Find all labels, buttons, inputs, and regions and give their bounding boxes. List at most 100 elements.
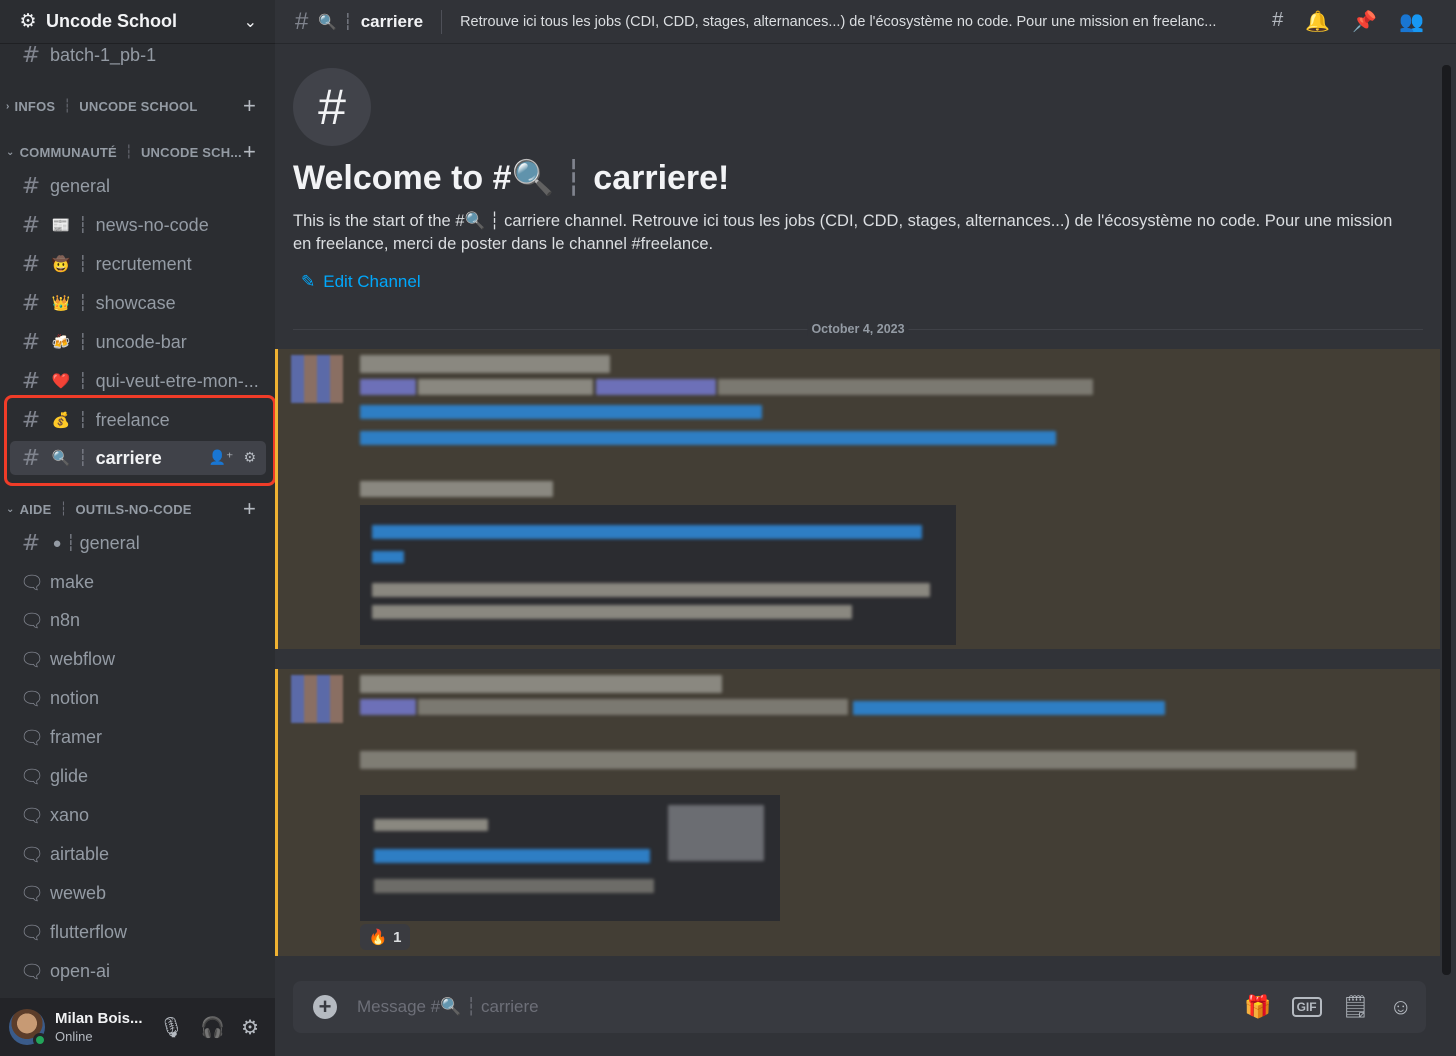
forum-item-framer[interactable]: 🗨 framer bbox=[10, 721, 266, 755]
category-sub: UNCODE SCH... bbox=[140, 144, 242, 160]
category-aide[interactable]: ⌄ AIDE ┆ OUTILS-NO-CODE + bbox=[6, 496, 268, 522]
channel-item-aide-general[interactable]: # ● ┆ general bbox=[10, 526, 266, 560]
forum-item-weweb[interactable]: 🗨 weweb bbox=[10, 876, 266, 910]
forum-icon: 🗨 bbox=[20, 921, 45, 944]
forum-item-webflow[interactable]: 🗨 webflow bbox=[10, 643, 266, 677]
forum-icon: 🗨 bbox=[20, 804, 45, 827]
bell-icon[interactable]: 🔔 bbox=[1305, 9, 1330, 34]
channel-item-showcase[interactable]: # 👑 ┆ showcase bbox=[10, 286, 266, 320]
channel-item-qui-veut[interactable]: # ❤️ ┆ qui-veut-etre-mon-... bbox=[10, 364, 266, 398]
server-gear-icon: ⚙ bbox=[19, 10, 37, 32]
channel-item-news-no-code[interactable]: # 📰 ┆ news-no-code bbox=[10, 208, 266, 242]
message-item[interactable]: 🔥 1 bbox=[275, 669, 1440, 956]
add-channel-icon[interactable]: + bbox=[243, 496, 256, 522]
online-status-dot bbox=[33, 1033, 47, 1047]
hash-icon: # bbox=[21, 368, 41, 394]
add-channel-icon[interactable]: + bbox=[243, 139, 256, 165]
channel-label: batch-1_pb-1 bbox=[50, 44, 157, 65]
user-name: Milan Bois... bbox=[55, 1010, 143, 1027]
channel-item-batch[interactable]: # batch-1_pb-1 bbox=[10, 38, 266, 72]
magnifier-icon: 🔍 bbox=[318, 13, 338, 31]
channel-item-uncode-bar[interactable]: # 🍻 ┆ uncode-bar bbox=[10, 325, 266, 359]
hash-icon: # bbox=[295, 7, 309, 35]
user-panel: Milan Bois... Online 🎙 🎧 ⚙ bbox=[0, 998, 275, 1056]
forum-icon: 🗨 bbox=[20, 649, 45, 672]
gif-icon[interactable]: GIF bbox=[1291, 997, 1322, 1017]
scrollbar-thumb[interactable] bbox=[1442, 65, 1451, 975]
channel-label: qui-veut-etre-mon-... bbox=[95, 370, 259, 391]
hash-icon: # bbox=[21, 329, 41, 355]
embed-thumbnail bbox=[668, 805, 764, 861]
forum-label: weweb bbox=[50, 882, 107, 903]
crown-icon: 👑 bbox=[51, 295, 71, 312]
channel-intro: This is the start of the #🔍 ┆ carriere c… bbox=[293, 212, 1393, 253]
message-item[interactable] bbox=[275, 349, 1440, 649]
chevron-down-icon: ⌄ bbox=[243, 13, 257, 31]
link-embed[interactable] bbox=[360, 505, 956, 645]
forum-item-n8n[interactable]: 🗨 n8n bbox=[10, 604, 266, 638]
hash-icon: # bbox=[21, 530, 41, 556]
forum-item-airtable[interactable]: 🗨 airtable bbox=[10, 837, 266, 871]
user-status: Online bbox=[55, 1029, 93, 1044]
server-name: Uncode School bbox=[46, 11, 178, 31]
sticker-icon[interactable]: 🗒 bbox=[1342, 994, 1370, 1020]
message-input[interactable]: Message #🔍 ┆ carriere bbox=[357, 997, 1244, 1017]
forum-icon: 🗨 bbox=[20, 960, 45, 983]
edit-channel-link[interactable]: ✎ Edit Channel bbox=[301, 272, 421, 292]
settings-gear-icon[interactable]: ⚙ bbox=[241, 1015, 259, 1040]
category-infos[interactable]: › INFOS ┆ UNCODE SCHOOL + bbox=[6, 93, 268, 119]
forum-item-flutterflow[interactable]: 🗨 flutterflow bbox=[10, 915, 266, 949]
channel-header: # 🔍 ┆ carriere Retrouve ici tous les job… bbox=[275, 0, 1456, 44]
forum-label: make bbox=[50, 571, 95, 592]
forum-label: framer bbox=[50, 727, 103, 748]
chevron-down-icon: ⌄ bbox=[6, 146, 15, 158]
cowboy-icon: 🤠 bbox=[51, 256, 71, 273]
pin-icon[interactable]: 📌 bbox=[1352, 9, 1377, 34]
add-channel-icon[interactable]: + bbox=[243, 93, 256, 119]
link-embed[interactable] bbox=[360, 795, 780, 921]
date-divider: October 4, 2023 bbox=[293, 322, 1423, 336]
channel-topic[interactable]: Retrouve ici tous les jobs (CDI, CDD, st… bbox=[460, 14, 1252, 30]
highlight-annotation bbox=[4, 395, 276, 486]
attach-plus-icon[interactable]: + bbox=[313, 995, 337, 1019]
threads-icon[interactable]: # bbox=[1272, 9, 1283, 34]
discord-app: ⚙ Uncode School ⌄ # batch-1_pb-1 › INFOS… bbox=[0, 0, 1456, 1056]
forum-item-glide[interactable]: 🗨 glide bbox=[10, 760, 266, 794]
channel-label: general bbox=[79, 532, 140, 553]
fire-icon: 🔥 bbox=[368, 929, 388, 946]
channel-item-recrutement[interactable]: # 🤠 ┆ recrutement bbox=[10, 247, 266, 281]
channel-label: showcase bbox=[95, 292, 176, 313]
microphone-icon[interactable]: 🎙 bbox=[159, 1015, 184, 1040]
forum-item-notion[interactable]: 🗨 notion bbox=[10, 682, 266, 716]
welcome-title: Welcome to #🔍 ┆ carriere! bbox=[293, 159, 730, 197]
hash-icon: # bbox=[21, 42, 41, 68]
headphones-icon[interactable]: 🎧 bbox=[200, 1015, 225, 1040]
avatar bbox=[291, 355, 343, 403]
forum-item-make[interactable]: 🗨 make bbox=[10, 565, 266, 599]
hash-icon: # bbox=[21, 251, 41, 277]
heart-icon: ❤️ bbox=[51, 373, 71, 390]
forum-icon: 🗨 bbox=[20, 882, 45, 905]
channel-label: uncode-bar bbox=[95, 331, 187, 352]
forum-icon: 🗨 bbox=[20, 727, 45, 750]
avatar[interactable] bbox=[9, 1009, 47, 1047]
forum-item-xano[interactable]: 🗨 xano bbox=[10, 798, 266, 832]
pencil-icon: ✎ bbox=[301, 272, 316, 291]
message-area: # Welcome to #🔍 ┆ carriere! This is the … bbox=[275, 45, 1456, 1056]
category-sub: OUTILS-NO-CODE bbox=[75, 501, 192, 517]
message-composer: + Message #🔍 ┆ carriere 🎁 GIF 🗒 ☺ bbox=[293, 981, 1426, 1033]
emoji-icon[interactable]: ☺ bbox=[1390, 994, 1412, 1020]
gift-icon[interactable]: 🎁 bbox=[1244, 994, 1271, 1020]
reaction-badge[interactable]: 🔥 1 bbox=[360, 924, 410, 950]
channel-hash-icon: # bbox=[293, 68, 371, 146]
channel-title: carriere bbox=[360, 11, 424, 31]
forum-item-open-ai[interactable]: 🗨 open-ai bbox=[10, 954, 266, 988]
channel-item-general[interactable]: # general bbox=[10, 169, 266, 203]
members-icon[interactable]: 👥 bbox=[1399, 9, 1424, 34]
hash-icon: # bbox=[21, 212, 41, 238]
forum-label: xano bbox=[50, 804, 90, 825]
category-name: AIDE bbox=[19, 501, 52, 517]
category-communaute[interactable]: ⌄ COMMUNAUTÉ ┆ UNCODE SCH... + bbox=[6, 139, 268, 165]
chevron-down-icon: ⌄ bbox=[6, 503, 15, 515]
hash-icon: # bbox=[21, 290, 41, 316]
